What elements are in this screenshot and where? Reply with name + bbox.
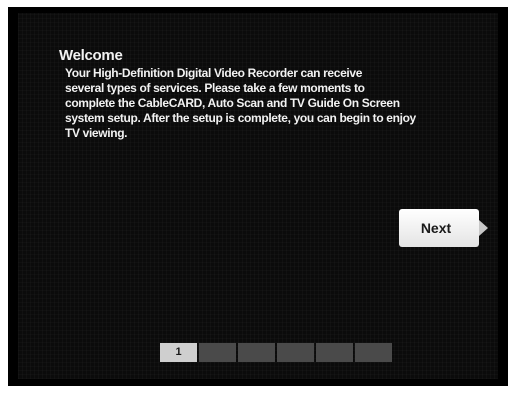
next-arrow-icon bbox=[479, 220, 488, 236]
welcome-title: Welcome bbox=[59, 47, 123, 64]
tv-frame: Welcome Your High-Definition Digital Vid… bbox=[8, 7, 508, 386]
progress-step bbox=[355, 343, 392, 362]
progress-step bbox=[238, 343, 275, 362]
welcome-text-line: Your High-Definition Digital Video Recor… bbox=[65, 66, 363, 80]
welcome-text-line: several types of services. Please take a… bbox=[65, 81, 365, 95]
welcome-text-line: system setup. After the setup is complet… bbox=[65, 111, 416, 125]
welcome-text-line: complete the CableCARD, Auto Scan and TV… bbox=[65, 96, 400, 110]
progress-step bbox=[277, 343, 314, 362]
progress-step bbox=[316, 343, 353, 362]
setup-screen: Welcome Your High-Definition Digital Vid… bbox=[18, 13, 498, 379]
welcome-text-line: TV viewing. bbox=[65, 126, 128, 140]
progress-step bbox=[199, 343, 236, 362]
progress-step-current: 1 bbox=[160, 343, 197, 362]
setup-progress-bar: 1 bbox=[160, 343, 392, 362]
next-button[interactable]: Next bbox=[399, 209, 479, 247]
